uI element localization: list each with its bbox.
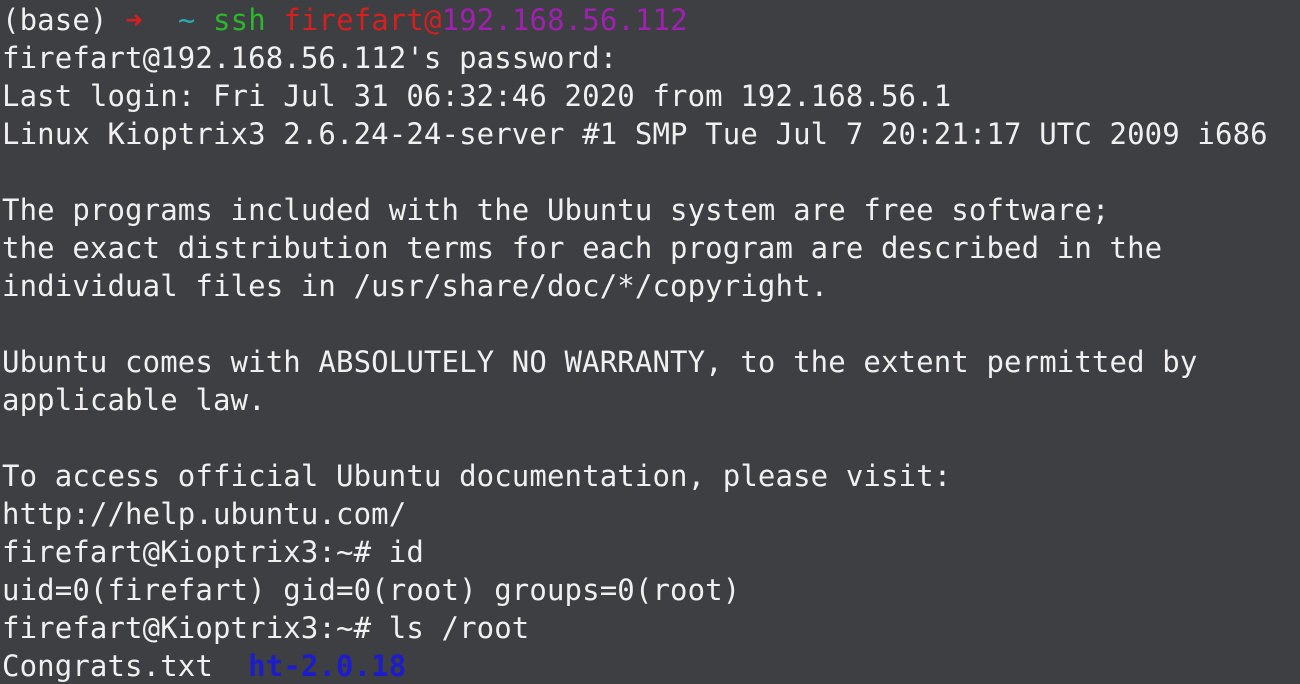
ssh-host: 192.168.56.112	[441, 3, 688, 37]
shell-prompt-line: firefart@Kioptrix3:~# id	[2, 535, 424, 569]
prompt-line: (base) ➜ ~ ssh firefart@192.168.56.112	[0, 1, 1300, 39]
prompt-command: ssh	[213, 3, 266, 37]
output-line: To access official Ubuntu documentation,…	[2, 459, 952, 493]
conda-env: (base)	[2, 3, 108, 37]
ls-output-line: Congrats.txt ht-2.0.18	[0, 647, 1300, 684]
output-line: firefart@192.168.56.112's password:	[2, 41, 618, 75]
prompt-arrow-icon: ➜	[125, 3, 143, 37]
ls-dir-entry: ht-2.0.18	[248, 649, 407, 683]
output-line: Last login: Fri Jul 31 06:32:46 2020 fro…	[2, 79, 952, 113]
output-line: individual files in /usr/share/doc/*/cop…	[2, 269, 829, 303]
ls-file-entry: Congrats.txt	[2, 649, 213, 683]
shell-prompt-line: firefart@Kioptrix3:~# ls /root	[2, 611, 530, 645]
prompt-cwd: ~	[177, 3, 196, 37]
output-line: Linux Kioptrix3 2.6.24-24-server #1 SMP …	[2, 117, 1268, 151]
terminal-window[interactable]: (base) ➜ ~ ssh firefart@192.168.56.112 f…	[0, 0, 1300, 684]
ssh-at: @	[424, 3, 442, 37]
output-line: uid=0(firefart) gid=0(root) groups=0(roo…	[2, 573, 741, 607]
output-line: http://help.ubuntu.com/	[2, 497, 407, 531]
ssh-user: firefart	[283, 3, 425, 37]
output-line: the exact distribution terms for each pr…	[2, 231, 1163, 265]
output-line: Ubuntu comes with ABSOLUTELY NO WARRANTY…	[2, 345, 1198, 379]
output-line: applicable law.	[2, 383, 266, 417]
output-line: The programs included with the Ubuntu sy…	[2, 193, 1110, 227]
